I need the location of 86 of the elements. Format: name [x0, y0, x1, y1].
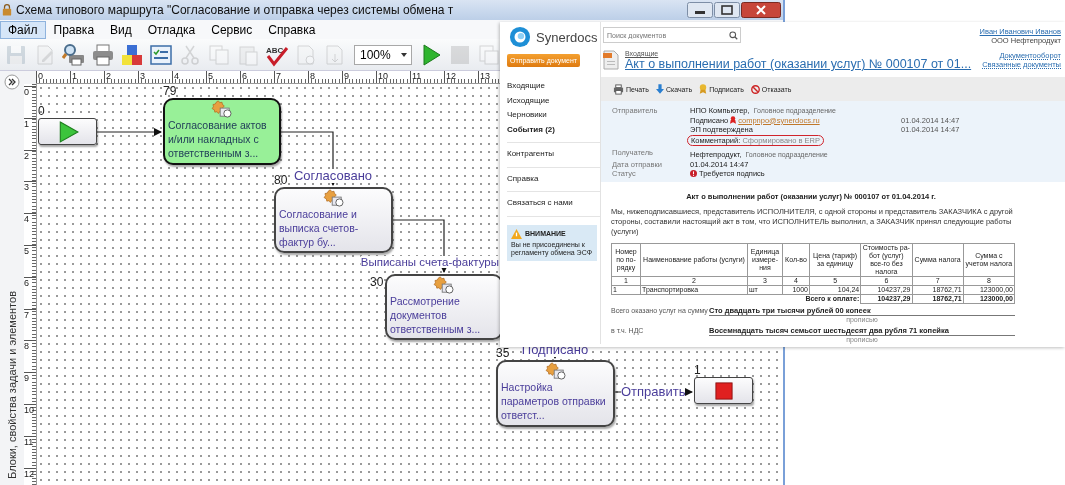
colored-blocks-icon[interactable]: [120, 42, 144, 67]
ruler-number: 6: [242, 71, 247, 81]
menu-item[interactable]: Сервис: [203, 20, 261, 39]
gear-document-icon: [211, 100, 233, 118]
task-block[interactable]: Настройка параметров отправки ответст...: [496, 360, 615, 427]
menu-item[interactable]: Файл: [0, 20, 46, 39]
block-number: 30: [370, 276, 384, 288]
logo-icon: [509, 26, 531, 48]
printer-icon[interactable]: [91, 42, 115, 67]
ruler-number: 2: [106, 71, 111, 81]
prohibited-icon: [750, 84, 760, 94]
task-block[interactable]: Согласование и выписка счетов-фактур бу...: [274, 187, 393, 253]
task-block[interactable]: Согласование актов и/или накладных с ответственным з...: [163, 98, 281, 165]
window-title: Схема типового маршрута "Согласование и отправка через системы обмена т: [16, 3, 454, 17]
block-number: 0: [38, 105, 45, 117]
ribbon-icon: [730, 116, 737, 125]
ruler-number: 8: [24, 341, 29, 352]
nav-link[interactable]: Контрагенты: [507, 147, 600, 162]
ruler-number: 7: [24, 309, 29, 320]
block-number: 80: [274, 174, 288, 186]
minimize-button[interactable]: [687, 2, 713, 18]
nav-link[interactable]: Черновики: [507, 108, 600, 123]
ruler-number: 10: [378, 71, 388, 81]
task-block[interactable]: Рассмотрение документов ответственным з...: [385, 274, 503, 340]
app-icon: [2, 3, 12, 17]
maximize-button[interactable]: [714, 2, 740, 18]
block-number: 1: [694, 364, 701, 376]
print-preview-icon[interactable]: [62, 42, 86, 67]
edge-label: Согласовано: [293, 169, 373, 183]
side-panel-label[interactable]: Блоки, свойства задачи и элементов: [6, 291, 18, 479]
ruler-number: 6: [24, 277, 29, 288]
alert-icon: [690, 170, 697, 178]
nav-link[interactable]: События (2): [507, 122, 600, 137]
ruler-number: 10: [24, 404, 34, 415]
close-button[interactable]: [741, 2, 781, 18]
menu-item[interactable]: Вид: [102, 20, 140, 39]
zoom-dropdown[interactable]: 100%: [354, 44, 412, 65]
ruler-number: 11: [412, 71, 422, 81]
menu-item[interactable]: Отладка: [139, 20, 204, 39]
document-icon: [603, 50, 619, 70]
ruler-number: 9: [24, 373, 29, 384]
nav-link[interactable]: Связаться с нами: [507, 196, 600, 211]
warning-icon: [511, 228, 522, 239]
ruler-number: 2: [24, 150, 29, 161]
ruler-number: 13: [480, 71, 490, 81]
ruler-number: 11: [24, 436, 34, 447]
document-title-link[interactable]: Акт о выполнении работ (оказании услуг) № 000107 от 01...: [625, 57, 972, 71]
nav-link[interactable]: Справка: [507, 171, 600, 186]
ruler-number: 12: [24, 468, 34, 479]
ruler-number: 5: [208, 71, 213, 81]
stop-icon: [714, 381, 733, 400]
ruler-number: 1: [24, 118, 29, 129]
printer-icon: [613, 83, 624, 95]
ruler-number: 7: [276, 71, 281, 81]
logo-text: Synerdocs: [536, 29, 598, 45]
ruler-number: 9: [344, 71, 349, 81]
ruler-number: 4: [24, 214, 29, 225]
end-block[interactable]: [694, 377, 753, 404]
gear-document-icon: [544, 362, 567, 380]
ruler-number: 0: [24, 87, 29, 97]
block-number: 35: [496, 347, 510, 359]
gear-document-icon: [322, 189, 345, 207]
nav-link[interactable]: Входящие: [507, 79, 600, 94]
download-arrow-icon: [655, 84, 664, 94]
ruler-number: 3: [140, 71, 145, 81]
ruler-number: 3: [24, 182, 29, 193]
ruler-number: 4: [174, 71, 179, 81]
ruler-number: 5: [24, 246, 29, 256]
gear-document-icon: [433, 276, 455, 294]
ruler-number: 0: [38, 71, 43, 81]
block-number: 79: [163, 85, 177, 97]
ruler-number: 12: [446, 71, 456, 81]
menu-item[interactable]: Справка: [260, 20, 324, 39]
menu-item[interactable]: Правка: [45, 20, 103, 39]
expand-icon[interactable]: [4, 74, 20, 90]
checklist-icon[interactable]: [149, 42, 173, 67]
start-block[interactable]: [38, 118, 97, 145]
caret-icon: [400, 52, 407, 57]
connector-arrow: [96, 127, 163, 137]
search-icon: [729, 31, 738, 40]
edge-label: Отправить: [621, 385, 686, 399]
nav-link[interactable]: Исходящие: [507, 93, 600, 108]
ruler-number: 8: [310, 71, 315, 81]
seal-icon: [699, 84, 708, 94]
edge-label: Выписаны счета-фактуры: [360, 256, 499, 268]
ruler-number: 1: [72, 71, 77, 81]
